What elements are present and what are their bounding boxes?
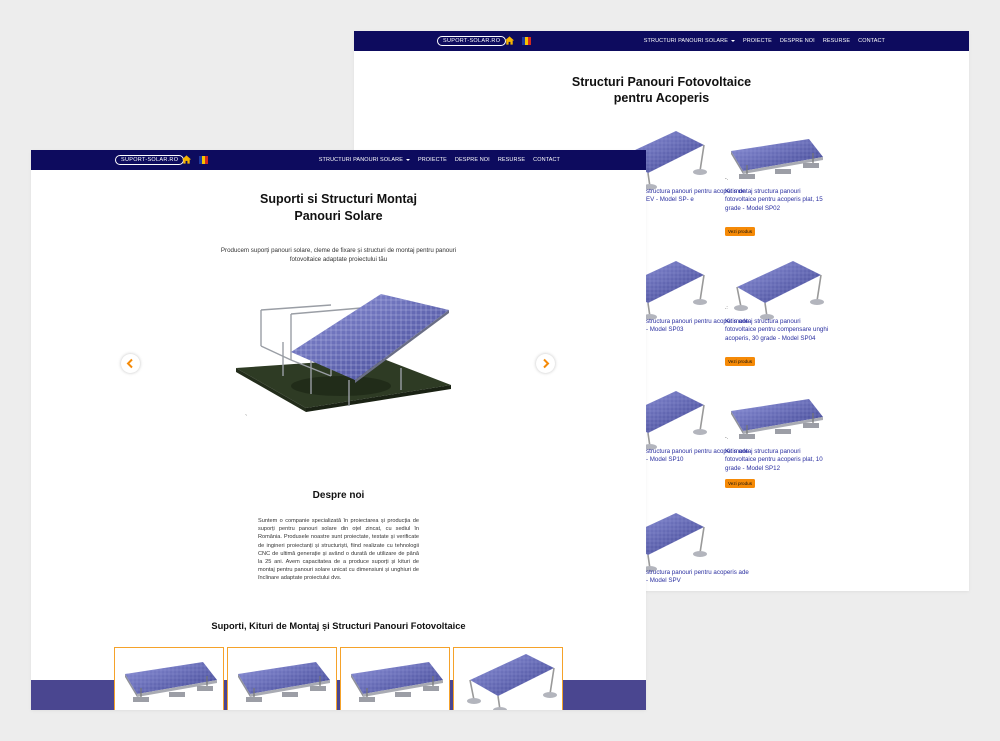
product-badge: -.	[725, 176, 729, 182]
product-image	[456, 650, 560, 710]
nav-item-resurse[interactable]: RESURSE	[823, 38, 850, 44]
product-card[interactable]	[340, 647, 450, 710]
product-name[interactable]: structura panouri pentru acoperis ade - …	[646, 569, 750, 586]
about-heading: Despre noi	[312, 490, 365, 501]
header-nav: SUPORT-SOLAR.RO STRUCTURI PANOURI SOLARE…	[31, 150, 646, 170]
nav-item-despre-noi[interactable]: DESPRE NOI	[780, 38, 815, 44]
hero-title: Suporti si Structuri Montaj Panouri Sola…	[260, 192, 417, 223]
nav-item-proiecte[interactable]: PROIECTE	[418, 157, 447, 163]
product-image[interactable]	[723, 127, 827, 193]
product-badge: -.	[725, 435, 729, 441]
view-product-button[interactable]: Vezi produs	[725, 227, 756, 236]
nav-item-proiecte[interactable]: PROIECTE	[743, 38, 772, 44]
product-image[interactable]	[723, 387, 827, 453]
carousel-prev-button[interactable]	[121, 354, 140, 373]
product-card[interactable]	[453, 647, 563, 710]
home-icon[interactable]	[181, 154, 192, 165]
products-heading: Suporti, Kituri de Montaj și Structuri P…	[211, 621, 466, 631]
caret-down-icon	[730, 39, 735, 42]
nav-item-contact[interactable]: CONTACT	[533, 157, 560, 163]
home-icon[interactable]	[504, 35, 515, 46]
product-card[interactable]	[114, 647, 224, 710]
site-logo[interactable]: SUPORT-SOLAR.RO	[115, 155, 185, 165]
caret-down-icon	[405, 158, 410, 161]
view-product-button[interactable]: Vezi produs	[725, 357, 756, 366]
nav-item-despre-noi[interactable]: DESPRE NOI	[455, 157, 490, 163]
product-name[interactable]: Kit montaj structura panouri fotovoltaic…	[725, 188, 829, 213]
product-card[interactable]	[227, 647, 337, 710]
chevron-left-icon	[126, 358, 133, 369]
nav-item-resurse[interactable]: RESURSE	[498, 157, 525, 163]
about-text: Suntem o companie specializată în proiec…	[258, 518, 419, 582]
flag-romania-icon[interactable]	[199, 156, 208, 164]
flag-romania-icon[interactable]	[522, 37, 531, 45]
product-name[interactable]: Kit montaj structura panouri fotovoltaic…	[725, 318, 829, 343]
hero-carousel-image: `	[236, 294, 451, 422]
header-nav: SUPORT-SOLAR.RO STRUCTURI PANOURI SOLARE…	[354, 31, 969, 51]
view-product-button[interactable]: Vezi produs	[725, 479, 756, 488]
product-badge: .:	[725, 305, 728, 311]
product-image	[343, 650, 447, 710]
chevron-right-icon	[543, 358, 550, 369]
site-logo[interactable]: SUPORT-SOLAR.RO	[437, 36, 507, 46]
front-page-screenshot: SUPORT-SOLAR.RO STRUCTURI PANOURI SOLARE…	[31, 150, 646, 710]
nav-item-structuri[interactable]: STRUCTURI PANOURI SOLARE	[319, 157, 410, 163]
nav-item-contact[interactable]: CONTACT	[858, 38, 885, 44]
product-image	[230, 650, 334, 710]
carousel-next-button[interactable]	[536, 354, 555, 373]
product-image	[117, 650, 221, 710]
nav-item-structuri[interactable]: STRUCTURI PANOURI SOLARE	[644, 38, 735, 44]
svg-text:`: `	[245, 415, 247, 422]
page-title: Structuri Panouri Fotovoltaice pentru Ac…	[571, 75, 752, 105]
product-name[interactable]: Kit montaj structura panouri fotovoltaic…	[725, 448, 829, 473]
product-image[interactable]	[723, 257, 827, 323]
hero-subtitle: Producem suporți panouri solare, cleme d…	[220, 247, 457, 263]
